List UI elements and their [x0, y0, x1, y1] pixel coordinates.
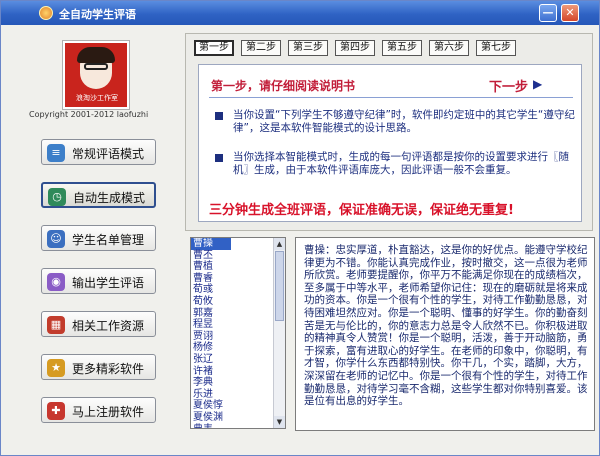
menu-label: 输出学生评语 [72, 276, 145, 290]
list-item[interactable]: 曹丕 [191, 250, 285, 262]
menu-button-resources[interactable]: ▦ 相关工作资源 [41, 311, 156, 337]
paragraph-text: 当你选择本智能模式时，生成的每一句评语都是按你的设置要求进行〖随机〗生成，由于本… [233, 151, 569, 176]
menu-button-auto-mode[interactable]: ◷ 自动生成模式 [41, 182, 156, 208]
list-item[interactable]: 夏侯渊 [191, 412, 285, 424]
step-heading: 第一步，请仔细阅读说明书 [211, 79, 356, 93]
tab-step-1[interactable]: 第一步 [194, 40, 234, 56]
menu-label: 学生名单管理 [72, 233, 145, 247]
scroll-down-icon[interactable]: ▼ [274, 416, 285, 428]
copyright-text: Copyright 2001-2012 laofuzhi [29, 110, 149, 119]
tab-step-6[interactable]: 第六步 [429, 40, 469, 56]
list-item[interactable]: 曹植 [191, 261, 285, 273]
menu-label: 常规评语模式 [72, 147, 145, 161]
list-item[interactable]: 夏侯惇 [191, 400, 285, 412]
comment-text: 曹操：忠实厚道，朴直豁达，这是你的好优点。能遵守学校纪律更为不错。你能认真完成作… [304, 244, 588, 408]
menu-button-register[interactable]: ✚ 马上注册软件 [41, 397, 156, 423]
close-button[interactable]: ✕ [561, 4, 579, 22]
comment-textarea[interactable]: 曹操：忠实厚道，朴直豁达，这是你的好优点。能遵守学校纪律更为不错。你能认真完成作… [295, 237, 595, 431]
scroll-thumb[interactable] [275, 251, 284, 321]
arrow-right-icon[interactable]: ▶ [533, 77, 542, 91]
instructions-card: 第一步，请仔细阅读说明书 下一步 ▶ 当你设置“下列学生不够遵守纪律”时，软件即… [198, 64, 582, 222]
menu-label: 相关工作资源 [72, 319, 145, 333]
list-item[interactable]: 荀攸 [191, 296, 285, 308]
list-item[interactable]: 郭嘉 [191, 308, 285, 320]
tab-step-7[interactable]: 第七步 [476, 40, 516, 56]
menu-button-more-software[interactable]: ★ 更多精彩软件 [41, 354, 156, 380]
list-item[interactable]: 程昱 [191, 319, 285, 331]
users-icon: ☺ [47, 230, 65, 248]
app-window: 全自动学生评语 — ✕ 浪淘沙工作室 Copyright 2001-2012 l… [0, 0, 600, 456]
clock-icon: ◷ [48, 188, 66, 206]
menu-label: 自动生成模式 [73, 191, 146, 205]
list-item[interactable]: 乐进 [191, 389, 285, 401]
sidebar: 浪淘沙工作室 Copyright 2001-2012 laofuzhi ≡ 常规… [7, 31, 177, 451]
title-bar[interactable]: 全自动学生评语 — ✕ [1, 1, 599, 25]
menu-label: 马上注册软件 [72, 405, 145, 419]
scroll-up-icon[interactable]: ▲ [274, 238, 285, 250]
tab-step-3[interactable]: 第三步 [288, 40, 328, 56]
list-item[interactable]: 贾诩 [191, 331, 285, 343]
list-item[interactable]: 许褚 [191, 366, 285, 378]
student-list[interactable]: 曹操 曹丕 曹植 曹睿 荀彧 荀攸 郭嘉 程昱 贾诩 杨修 张辽 许褚 李典 乐… [190, 237, 286, 429]
menu-button-output[interactable]: ◉ 输出学生评语 [41, 268, 156, 294]
watermark-mask [550, 408, 590, 428]
slogan: 三分钟生成全班评语，保证准确无误，保证绝无重复! [209, 203, 514, 218]
instruction-paragraph: 当你设置“下列学生不够遵守纪律”时，软件即约定班中的其它学生“遵守纪律”，这是本… [215, 109, 575, 135]
menu-label: 更多精彩软件 [72, 362, 145, 376]
list-item[interactable]: 杨修 [191, 342, 285, 354]
minimize-button[interactable]: — [539, 4, 557, 22]
output-icon: ◉ [47, 273, 65, 291]
tab-step-2[interactable]: 第二步 [241, 40, 281, 56]
list-item[interactable]: 荀彧 [191, 284, 285, 296]
logo: 浪淘沙工作室 [62, 40, 130, 110]
register-icon: ✚ [47, 402, 65, 420]
star-icon: ★ [47, 359, 65, 377]
list-scrollbar[interactable]: ▲ ▼ [273, 238, 285, 428]
list-item[interactable]: 曹操 [191, 238, 231, 250]
list-item[interactable]: 曹睿 [191, 273, 285, 285]
bullet-icon [215, 154, 223, 162]
list-item[interactable]: 典韦 [191, 424, 285, 429]
app-icon [39, 6, 53, 20]
logo-text: 浪淘沙工作室 [76, 94, 118, 102]
list-item[interactable]: 张辽 [191, 354, 285, 366]
book-icon: ≡ [47, 144, 65, 162]
window-title: 全自动学生评语 [59, 8, 136, 21]
instruction-paragraph: 当你选择本智能模式时，生成的每一句评语都是按你的设置要求进行〖随机〗生成，由于本… [215, 151, 575, 177]
steps-panel: 第一步 第二步 第三步 第四步 第五步 第六步 第七步 第一步，请仔细阅读说明书… [185, 33, 593, 231]
divider [209, 97, 573, 98]
list-item[interactable]: 李典 [191, 377, 285, 389]
logo-glasses [84, 63, 108, 70]
menu-button-student-list[interactable]: ☺ 学生名单管理 [41, 225, 156, 251]
tab-step-5[interactable]: 第五步 [382, 40, 422, 56]
logo-hair [77, 47, 115, 63]
next-step-button[interactable]: 下一步 [489, 76, 528, 95]
tab-step-4[interactable]: 第四步 [335, 40, 375, 56]
resources-icon: ▦ [47, 316, 65, 334]
paragraph-text: 当你设置“下列学生不够遵守纪律”时，软件即约定班中的其它学生“遵守纪律”，这是本… [233, 109, 575, 134]
bullet-icon [215, 112, 223, 120]
menu-button-regular-mode[interactable]: ≡ 常规评语模式 [41, 139, 156, 165]
